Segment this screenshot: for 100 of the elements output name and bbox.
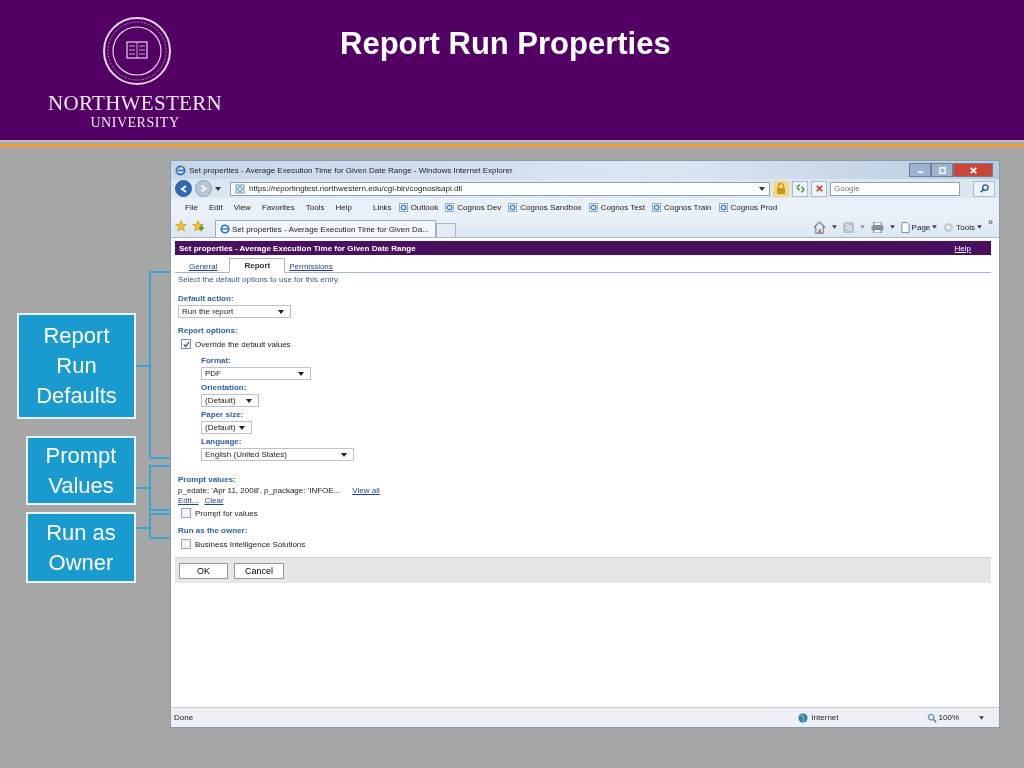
bracket-line	[135, 465, 171, 511]
dialog-button[interactable]: Cancel	[234, 562, 284, 579]
search-button[interactable]	[973, 180, 995, 197]
browser-icon	[220, 224, 230, 234]
section-label: Run as the owner:	[178, 526, 248, 536]
menu-item[interactable]: File	[185, 203, 198, 212]
tools-menu[interactable]: Tools	[943, 221, 982, 233]
search-field[interactable]: Google	[830, 181, 960, 196]
seal-icon	[102, 16, 172, 86]
field-label: Paper size:	[201, 410, 244, 420]
refresh-icon	[794, 183, 806, 194]
browser-tab[interactable]: Set properties - Average Execution Time for Given Da...	[215, 220, 436, 237]
page-icon	[718, 203, 728, 212]
clear-link[interactable]: Clear	[204, 496, 224, 505]
status-text: Done	[174, 713, 194, 722]
close-icon	[968, 165, 978, 175]
stop-icon	[813, 183, 825, 194]
field-label: Orientation:	[201, 383, 247, 393]
page-icon	[508, 203, 518, 212]
tab[interactable]: Report	[229, 258, 286, 273]
view-all-link[interactable]: View all	[352, 486, 380, 495]
caret-icon[interactable]	[831, 225, 837, 229]
favorites-link[interactable]: Cognos Dev	[445, 203, 502, 212]
page-icon	[900, 221, 910, 233]
paper-size-select[interactable]: (Default)	[201, 421, 252, 434]
menu-item[interactable]: Help	[335, 203, 352, 212]
refresh-button[interactable]	[792, 180, 808, 197]
checkbox[interactable]	[181, 339, 191, 349]
caret-icon[interactable]	[759, 186, 765, 191]
callout-label: Run as Owner	[26, 512, 136, 583]
back-button[interactable]	[175, 180, 192, 197]
more-button[interactable]: »	[988, 217, 993, 227]
stop-button[interactable]	[811, 180, 827, 197]
intro-text: Select the default options to use for this entry.	[178, 275, 340, 284]
home-icon[interactable]	[812, 220, 826, 234]
field-label: Default action:	[178, 294, 234, 304]
slide-title: Report Run Properties	[340, 26, 671, 62]
edit-link[interactable]: Edit...	[178, 496, 199, 505]
checkbox[interactable]	[181, 539, 191, 549]
zoom-icon	[926, 712, 937, 723]
favorites-link[interactable]: Outlook	[398, 203, 439, 212]
checkbox-label: Prompt for values	[195, 508, 258, 518]
field-label: Language:	[201, 437, 242, 447]
caret-icon[interactable]	[979, 715, 984, 720]
security-zone: Internet	[798, 712, 839, 723]
caret-icon	[278, 309, 284, 314]
favorites-link[interactable]: Cognos Prod	[718, 203, 778, 212]
checkbox[interactable]	[181, 508, 191, 518]
caret-icon	[298, 371, 304, 376]
links-label: Links	[372, 203, 392, 212]
tab[interactable]: General	[185, 262, 230, 272]
callout-label: Report Run Defaults	[17, 313, 136, 419]
page-icon	[445, 203, 455, 212]
page-menu[interactable]: Page	[900, 221, 938, 233]
format-select[interactable]: PDF	[201, 367, 311, 380]
menu-item[interactable]: Tools	[305, 203, 325, 212]
add-favorite-icon[interactable]	[192, 220, 204, 232]
maximize-icon	[937, 165, 947, 175]
tab[interactable]: Permissions	[285, 262, 345, 272]
help-link[interactable]: Help	[954, 243, 971, 253]
section-label: Report options:	[178, 326, 238, 336]
close-button[interactable]	[953, 163, 993, 177]
window-title: Set properties - Average Execution Time for Given Date Range - Windows Internet Explorer	[189, 165, 513, 175]
field-label: Format:	[201, 356, 231, 366]
orientation-select[interactable]: (Default)	[201, 394, 259, 407]
search-icon	[978, 183, 990, 194]
print-icon[interactable]	[870, 221, 884, 233]
star-icon[interactable]	[175, 220, 187, 232]
gear-icon	[943, 221, 955, 233]
caret-icon	[977, 225, 982, 229]
browser-icon	[175, 164, 186, 176]
page-icon	[588, 203, 598, 212]
menu-item[interactable]: View	[233, 203, 251, 212]
bracket-line	[135, 513, 171, 539]
language-select[interactable]: English (United States)	[201, 448, 354, 461]
default-action-select[interactable]: Run the report	[178, 305, 291, 318]
favorites-link[interactable]: Cognos Test	[588, 203, 645, 212]
zoom-control[interactable]: 100%	[926, 712, 959, 723]
caret-icon[interactable]	[889, 225, 895, 229]
new-tab-button[interactable]	[435, 223, 456, 237]
checkbox-label: Override the default values	[195, 339, 291, 349]
page-icon	[651, 203, 661, 212]
maximize-button[interactable]	[931, 163, 953, 177]
favorites-link[interactable]: Cognos Sandbox	[508, 203, 582, 212]
page-title: Set properties - Average Execution Time for Given Date Range	[179, 243, 416, 253]
logo-subtitle: UNIVERSITY	[90, 114, 180, 132]
caret-icon	[341, 452, 347, 457]
globe-icon	[798, 712, 809, 723]
favorites-link[interactable]: Cognos Train	[651, 203, 712, 212]
minimize-button[interactable]	[909, 163, 931, 177]
dialog-button[interactable]: OK	[179, 562, 228, 579]
prompt-summary: p_edate: 'Apr 11, 2008'. p_package: 'INFOE...	[178, 486, 341, 495]
address-field[interactable]: https://reportingtest.northwestern.edu/cgi-bin/cognosisapi.dll	[230, 181, 770, 196]
caret-icon	[932, 225, 938, 229]
menu-item[interactable]: Favorites	[261, 203, 295, 212]
caret-icon	[239, 425, 245, 430]
dropdown-icon[interactable]	[215, 186, 221, 191]
logo-wordmark: NORTHWESTERN	[48, 92, 222, 114]
menu-item[interactable]: Edit	[208, 203, 223, 212]
page-icon	[235, 183, 245, 194]
